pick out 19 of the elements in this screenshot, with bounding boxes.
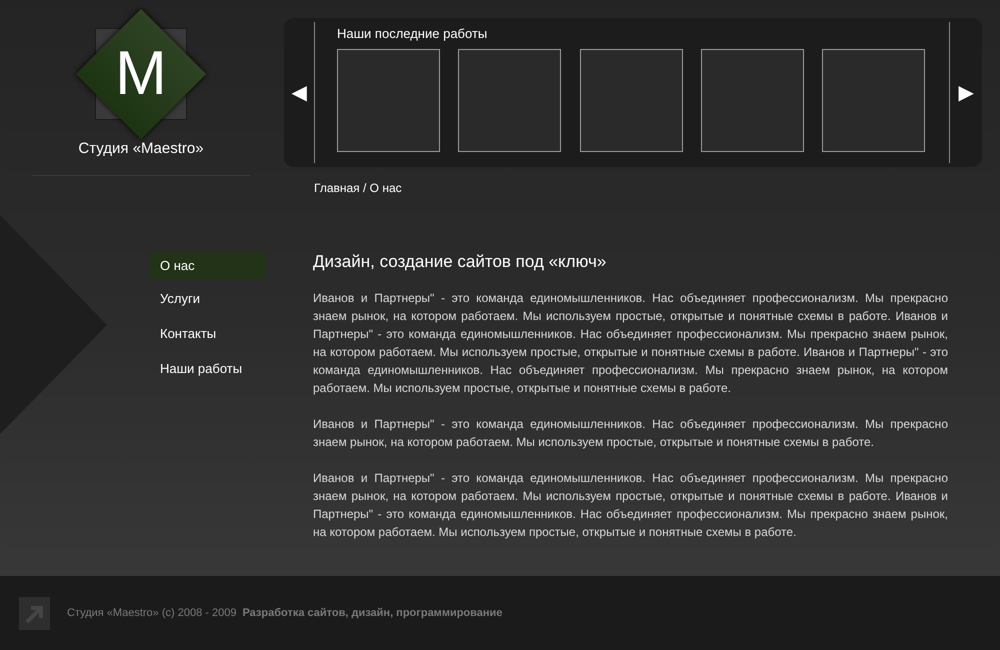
- breadcrumb: Главная / О нас: [314, 180, 403, 197]
- tagline: Разработка сайтов, дизайн, программирование: [242, 606, 502, 621]
- work-thumbnail[interactable]: [580, 49, 682, 152]
- menu-item[interactable]: Наши работы: [150, 355, 265, 382]
- copyright: Студия «Maestro» (c) 2008 - 2009: [67, 606, 236, 621]
- paragraph: Иванов и Партнеры" - это команда единомышленников. Нас объединяет профессионализм. Мы прекрасно знаем рынок, на котором работаем. Мы используем простые, открытые и понятные схемы в работе. Иванов и Партнеры" - это команда единомышленников. Нас объединяет профессионализм. Мы прекрасно знаем рынок, на котором работаем. Мы используем простые, открытые и понятные схемы в работе. Иванов и Партнеры" - это команда единомышленников. Нас объединяет профессионализм. Мы прекрасно знаем рынок, на котором работаем. Мы используем простые, открытые и понятные схемы в работе.: [313, 290, 948, 396]
- menu-item[interactable]: Контакты: [150, 320, 265, 347]
- work-thumbnail[interactable]: [458, 49, 562, 152]
- slider-title: Наши последние работы: [337, 25, 488, 43]
- studio-name: Студия «Maestro»: [78, 139, 204, 159]
- paragraph: Иванов и Партнеры" - это команда единомышленников. Нас объединяет профессионализм. Мы прекрасно знаем рынок, на котором работаем. Мы используем простые, открытые и понятные схемы в работе. Иванов и Партнеры" - это команда единомышленников. Нас объединяет профессионализм. Мы прекрасно знаем рынок, на котором работаем. Мы используем простые, открытые и понятные схемы в работе.: [313, 470, 948, 540]
- page-heading: Дизайн, создание сайтов под «ключ»: [313, 251, 608, 273]
- menu-item[interactable]: Услуги: [150, 285, 265, 312]
- work-thumbnail[interactable]: [337, 49, 440, 152]
- menu-item[interactable]: О нас: [150, 252, 265, 279]
- paragraph: Иванов и Партнеры" - это команда единомышленников. Нас объединяет профессионализм. Мы прекрасно знаем рынок, на котором работаем. Мы используем простые, открытые и понятные схемы в работе.: [313, 416, 948, 450]
- work-thumbnail[interactable]: [822, 49, 925, 152]
- logo[interactable]: M: [75, 8, 207, 140]
- work-thumbnail[interactable]: [700, 49, 804, 152]
